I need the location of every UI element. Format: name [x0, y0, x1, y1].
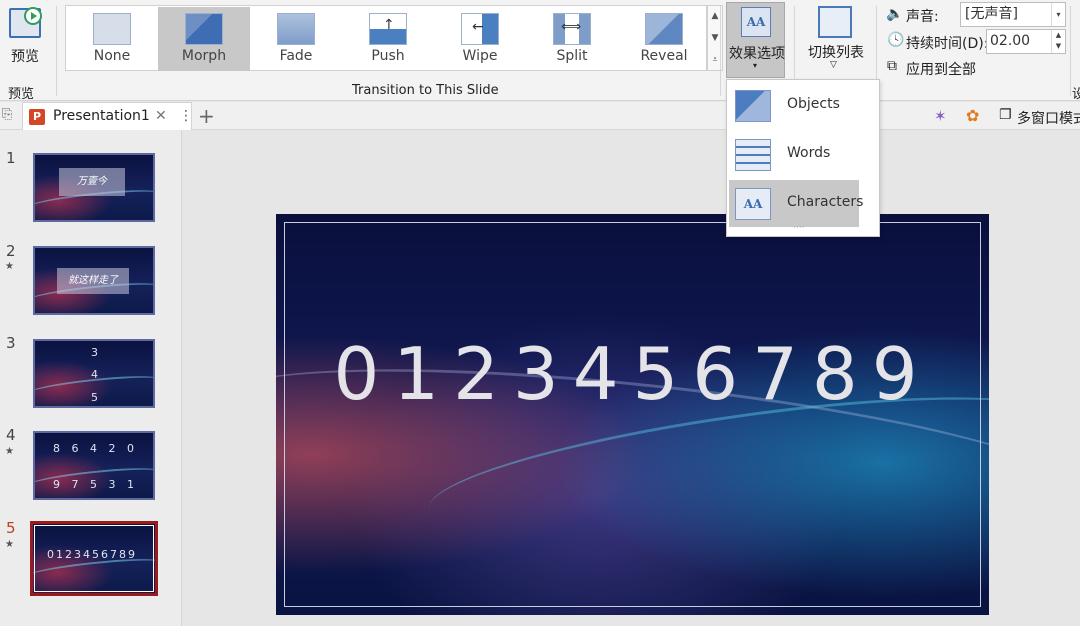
slide-number: 3: [6, 334, 16, 352]
gallery-group-label: Transition to This Slide: [352, 83, 499, 98]
slide-thumbnail-1[interactable]: 万壹今: [33, 153, 155, 222]
reveal-icon: [645, 13, 683, 45]
preview-label: 预览: [11, 49, 39, 65]
transition-label: Push: [371, 48, 405, 64]
split-arrows-icon: ⟺: [553, 13, 591, 45]
slide-thumb-text: 0123456789: [47, 548, 137, 561]
transition-wipe[interactable]: ← Wipe: [434, 7, 526, 71]
transition-split[interactable]: ⟺ Split: [526, 7, 618, 71]
transition-fade[interactable]: Fade: [250, 7, 342, 71]
transition-label: None: [93, 48, 131, 64]
slide-thumb-text: 8 6 4 2 0: [53, 442, 137, 455]
wipe-arrow-icon: ←: [461, 13, 499, 45]
words-icon: [735, 139, 771, 171]
gear-icon[interactable]: ✿: [966, 106, 979, 125]
powerpoint-icon: P: [29, 109, 45, 125]
slide-number: 1: [6, 149, 16, 167]
transition-label: Reveal: [640, 48, 688, 64]
none-icon: [93, 13, 131, 45]
chevron-down-icon: ▾: [753, 61, 758, 70]
preview-button[interactable]: 预览: [2, 4, 48, 66]
preview-group-label: 预览: [8, 87, 35, 102]
transition-label: Split: [556, 48, 588, 64]
sound-label: 声音:: [906, 9, 939, 25]
slide-digits-text[interactable]: 0123456789: [276, 332, 989, 416]
speaker-icon: 🔈: [886, 6, 904, 22]
menu-item-label: Words: [787, 145, 831, 161]
fade-icon: [277, 13, 315, 45]
slide-thumb-text: 3: [91, 346, 101, 359]
slide-thumb-text: 万壹今: [59, 168, 125, 196]
effect-options-menu: Objects Words AA Characters ····: [726, 79, 880, 237]
more-icon[interactable]: ⋮: [179, 108, 193, 124]
add-tab-button[interactable]: +: [198, 104, 215, 128]
slide-number: 2: [6, 242, 16, 260]
push-arrow-icon: ↑: [369, 13, 407, 45]
slide-number: 4: [6, 426, 16, 444]
duration-label: 持续时间(D):: [906, 36, 989, 52]
sound-dropdown[interactable]: [无声音] ▾: [960, 2, 1066, 27]
spinner-icon[interactable]: ▲ ▼: [1051, 30, 1065, 53]
slide-thumb-text: 5: [91, 391, 101, 404]
extra-group-label: 设: [1072, 87, 1080, 102]
slide-thumb-text: 4: [91, 368, 101, 381]
preview-icon: [9, 7, 42, 38]
magic-icon[interactable]: ✶: [934, 107, 947, 125]
doc-title: Presentation1: [53, 108, 150, 124]
characters-icon: AA: [735, 188, 771, 220]
transition-none[interactable]: None: [66, 7, 158, 71]
chevron-down-icon: ▽: [830, 60, 837, 70]
apply-all-icon: ⧉: [887, 58, 897, 74]
morph-icon: [185, 13, 223, 45]
document-tabbar: ⎘ P Presentation1 ✕ ⋮ + ✶ ✿ ❐ 多窗口模式: [0, 102, 1080, 130]
slide-thumbnail-panel: 1 万壹今 2 ★ 就这样走了 3 3 4 5 4 ★ 8 6 4 2 0 9 …: [0, 130, 182, 626]
slide-thumbnail-2[interactable]: 就这样走了: [33, 246, 155, 315]
effect-options-icon: AA: [741, 7, 771, 37]
menu-item-characters[interactable]: AA Characters: [729, 180, 863, 227]
switch-list-button[interactable]: 切换列表 ▽: [800, 2, 870, 78]
effect-options-button[interactable]: AA 效果选项 ▾: [726, 2, 785, 78]
transition-label: Wipe: [462, 48, 498, 64]
objects-icon: [735, 90, 771, 122]
chevron-down-icon: ▾: [1051, 3, 1065, 26]
slide-thumb-text: 就这样走了: [57, 268, 129, 294]
apply-all-button[interactable]: 应用到全部: [906, 59, 976, 79]
multi-window-icon: ❐: [999, 107, 1012, 123]
clock-icon: 🕓: [887, 32, 905, 48]
star-icon: ★: [5, 261, 14, 272]
menu-item-label: Characters: [787, 194, 864, 210]
menu-item-label: Objects: [787, 96, 840, 112]
transition-reveal[interactable]: Reveal: [618, 7, 710, 71]
duration-value: 02.00: [990, 33, 1031, 49]
slide-canvas[interactable]: 0123456789: [276, 214, 989, 615]
transition-label: Morph: [181, 48, 227, 64]
switch-list-icon: [818, 6, 852, 38]
star-icon: ★: [5, 446, 14, 457]
menu-item-words[interactable]: Words: [729, 131, 859, 178]
tab-nav-icon[interactable]: ⎘: [2, 107, 12, 122]
slide-thumbnail-4[interactable]: 8 6 4 2 0 9 7 5 3 1: [33, 431, 155, 500]
resize-grip-icon[interactable]: ····: [793, 223, 804, 233]
transition-gallery: None Morph Fade ↑ Push ← Wipe ⟺ Split Re…: [65, 5, 707, 71]
transition-label: Fade: [279, 48, 313, 64]
slide-thumbnail-5[interactable]: 0123456789: [30, 521, 158, 596]
ribbon: 预览 预览 None Morph Fade ↑ Push ← Wipe ⟺ Sp…: [0, 0, 1080, 102]
slide-thumbnail-3[interactable]: 3 4 5: [33, 339, 155, 408]
star-icon: ★: [5, 539, 14, 550]
slide-number-current: 5: [6, 519, 16, 537]
tab-presentation1[interactable]: P Presentation1 ✕ ⋮: [22, 102, 193, 130]
close-icon[interactable]: ✕: [155, 108, 167, 124]
transition-push[interactable]: ↑ Push: [342, 7, 434, 71]
menu-item-objects[interactable]: Objects: [729, 82, 859, 129]
slide-thumb-text: 9 7 5 3 1: [53, 478, 137, 491]
effect-options-label: 效果选项: [729, 46, 785, 62]
sound-value: [无声音]: [965, 6, 1018, 22]
switch-list-label: 切换列表: [808, 45, 864, 61]
transition-morph[interactable]: Morph: [158, 7, 250, 71]
multi-window-button[interactable]: 多窗口模式: [1017, 108, 1080, 128]
duration-field[interactable]: 02.00 ▲ ▼: [986, 29, 1066, 54]
